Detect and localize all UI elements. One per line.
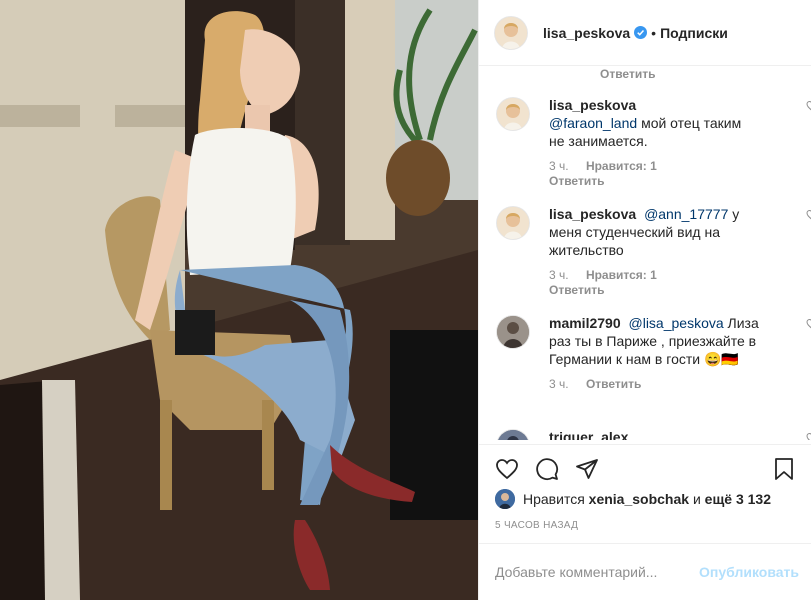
post-photo[interactable] (0, 0, 478, 600)
commenter-avatar[interactable] (497, 316, 529, 348)
commenter-avatar[interactable] (497, 207, 529, 239)
comment-text: triguer_alex (549, 428, 749, 440)
comment-time[interactable]: 3 ч. (549, 268, 569, 282)
comment-bubble-icon[interactable] (535, 457, 559, 481)
reply-link[interactable]: Ответить (549, 283, 785, 297)
comment-text: lisa_peskova @ann_17777 у меня студенчес… (549, 205, 749, 259)
bookmark-icon[interactable] (772, 457, 796, 481)
author-avatar[interactable] (495, 16, 527, 49)
comment-meta: 3 ч. Ответить (549, 377, 799, 391)
commenter-avatar[interactable] (497, 98, 529, 130)
likes-joiner: и (692, 491, 701, 507)
avatar-image (497, 207, 529, 239)
comment-username[interactable]: lisa_peskova (549, 97, 636, 113)
add-comment-bar: Добавьте комментарий... Опубликовать (479, 543, 811, 600)
author-username[interactable]: lisa_peskova (543, 25, 630, 41)
comment-mention[interactable]: @faraon_land (549, 115, 637, 131)
comment-item: lisa_peskova @ann_17777 у меня студенчес… (497, 205, 811, 297)
comment-text: mamil2790 @lisa_peskova Лиза раз ты в Па… (549, 314, 764, 368)
avatar-image (495, 489, 515, 509)
comment-username[interactable]: lisa_peskova (549, 206, 636, 222)
following-button[interactable]: Подписки (660, 25, 728, 41)
likes-summary: Нравится xenia_sobchak и ещё 3 132 (495, 489, 771, 509)
post-header: lisa_peskova • Подписки (479, 0, 811, 66)
comment-likes[interactable]: Нравится: 1 (586, 268, 657, 282)
photo-illustration (0, 0, 478, 600)
reply-link[interactable]: Ответить (586, 377, 641, 391)
publish-button[interactable]: Опубликовать (699, 564, 799, 580)
paper-plane-icon[interactable] (575, 457, 599, 481)
comment-input[interactable]: Добавьте комментарий... (495, 564, 657, 580)
comment-likes[interactable]: Нравится: 1 (586, 159, 657, 173)
heart-icon[interactable] (806, 432, 811, 440)
post-time[interactable]: 5 ЧАСОВ НАЗАД (495, 520, 578, 531)
comment-item: lisa_peskova @faraon_land мой отец таким… (497, 96, 811, 188)
comment-time[interactable]: 3 ч. (549, 377, 569, 391)
comment-item: mamil2790 @lisa_peskova Лиза раз ты в Па… (497, 314, 811, 391)
reply-link[interactable]: Ответить (549, 174, 785, 188)
comments-list[interactable]: Ответить lisa_peskova @faraon_land мой о… (479, 66, 811, 440)
likes-prefix: Нравится (523, 491, 585, 507)
comment-meta: 3 ч. Нравится: 1 Ответить (549, 159, 799, 188)
comment-meta: 3 ч. Нравится: 1 Ответить (549, 268, 799, 297)
heart-icon[interactable] (806, 318, 811, 330)
likes-count[interactable]: ещё 3 132 (705, 491, 771, 507)
comment-text: lisa_peskova @faraon_land мой отец таким… (549, 96, 749, 150)
post-actions (479, 444, 811, 491)
comment-mention[interactable]: @ann_17777 (644, 206, 728, 222)
avatar-image (497, 316, 529, 348)
comment-time[interactable]: 3 ч. (549, 159, 569, 173)
comment-item: triguer_alex (497, 428, 811, 440)
reply-link[interactable]: Ответить (600, 67, 655, 81)
liker-username[interactable]: xenia_sobchak (589, 491, 689, 507)
verified-badge-icon (634, 26, 648, 39)
heart-icon[interactable] (495, 457, 519, 481)
heart-icon[interactable] (806, 209, 811, 221)
avatar-image (495, 16, 527, 49)
heart-icon[interactable] (806, 100, 811, 112)
avatar-image (497, 430, 529, 440)
post-side-panel: lisa_peskova • Подписки Ответить lisa_pe… (478, 0, 811, 600)
comment-username[interactable]: mamil2790 (549, 315, 621, 331)
comment-username[interactable]: triguer_alex (549, 429, 628, 440)
avatar-image (497, 98, 529, 130)
liker-avatar (495, 489, 515, 509)
separator-dot: • (651, 24, 657, 41)
comment-mention[interactable]: @lisa_peskova (629, 315, 724, 331)
commenter-avatar[interactable] (497, 430, 529, 440)
